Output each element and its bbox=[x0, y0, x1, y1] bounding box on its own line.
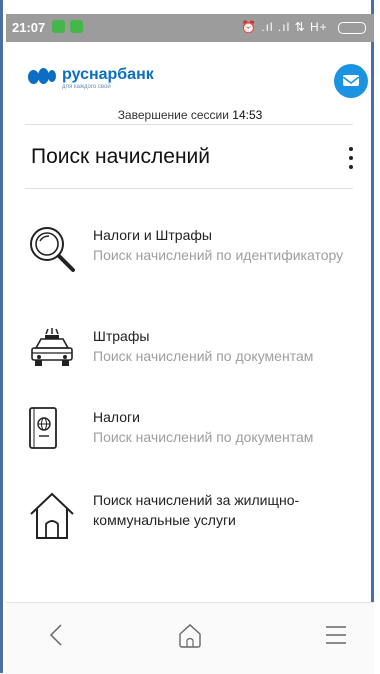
item-subtitle: Поиск начислений по документам bbox=[93, 429, 314, 445]
list-item-fines[interactable]: Штрафы Поиск начислений по документам bbox=[28, 326, 368, 376]
battery-icon bbox=[338, 21, 366, 34]
list-item-taxes-and-fines[interactable]: Налоги и Штрафы Поиск начислений по иден… bbox=[28, 225, 368, 295]
session-label: Завершение сессии bbox=[117, 108, 229, 122]
chevron-left-icon bbox=[49, 624, 62, 646]
logo-mark-icon bbox=[28, 68, 58, 86]
home-button[interactable] bbox=[170, 615, 210, 655]
status-time: 21:07 bbox=[12, 20, 46, 35]
magnifier-icon bbox=[28, 225, 76, 273]
mail-button[interactable] bbox=[334, 64, 368, 98]
hamburger-icon bbox=[326, 626, 346, 644]
more-menu-button[interactable] bbox=[347, 147, 355, 171]
status-bar: 21:07 ⏰ .ıl .ıl ⇅ H+ bbox=[6, 14, 374, 42]
item-title: Поиск начислений за жилищно-коммунальные… bbox=[93, 492, 300, 528]
passport-icon bbox=[28, 407, 76, 455]
back-button[interactable] bbox=[36, 615, 76, 655]
session-timer: Завершение сессии 14:53 bbox=[6, 108, 374, 122]
status-indicators: ⏰ .ıl .ıl ⇅ H+ bbox=[241, 20, 366, 34]
notification-app-icon bbox=[52, 20, 65, 33]
page-title: Поиск начислений bbox=[31, 145, 211, 168]
app-frame: 21:07 ⏰ .ıl .ıl ⇅ H+ руснарбанк для кажд… bbox=[0, 0, 374, 674]
house-icon bbox=[28, 490, 76, 539]
brand-tagline: для каждого свой bbox=[62, 84, 111, 90]
home-icon bbox=[179, 624, 201, 648]
police-car-icon bbox=[28, 326, 76, 374]
session-time: 14:53 bbox=[232, 108, 263, 122]
list-item-utilities[interactable]: Поиск начислений за жилищно-коммунальные… bbox=[28, 490, 368, 550]
item-subtitle: Поиск начислений по документам bbox=[93, 348, 314, 364]
item-title: Налоги и Штрафы bbox=[93, 227, 212, 243]
title-divider bbox=[25, 188, 353, 189]
menu-button[interactable] bbox=[316, 615, 356, 655]
brand-name: руснарбанк bbox=[62, 66, 154, 83]
header-divider bbox=[25, 124, 353, 125]
app-header: руснарбанк для каждого свой Завершение с… bbox=[6, 42, 374, 124]
item-title: Налоги bbox=[93, 409, 140, 425]
envelope-icon bbox=[342, 75, 360, 86]
system-nav-bar bbox=[6, 602, 374, 674]
status-signal-text: ⏰ .ıl .ıl ⇅ H+ bbox=[240, 20, 328, 34]
list-item-taxes[interactable]: Налоги Поиск начислений по документам bbox=[28, 407, 368, 457]
item-subtitle: Поиск начислений по идентификатору bbox=[93, 247, 344, 263]
item-title: Штрафы bbox=[93, 328, 150, 344]
notification-app-icon-2 bbox=[70, 20, 83, 33]
